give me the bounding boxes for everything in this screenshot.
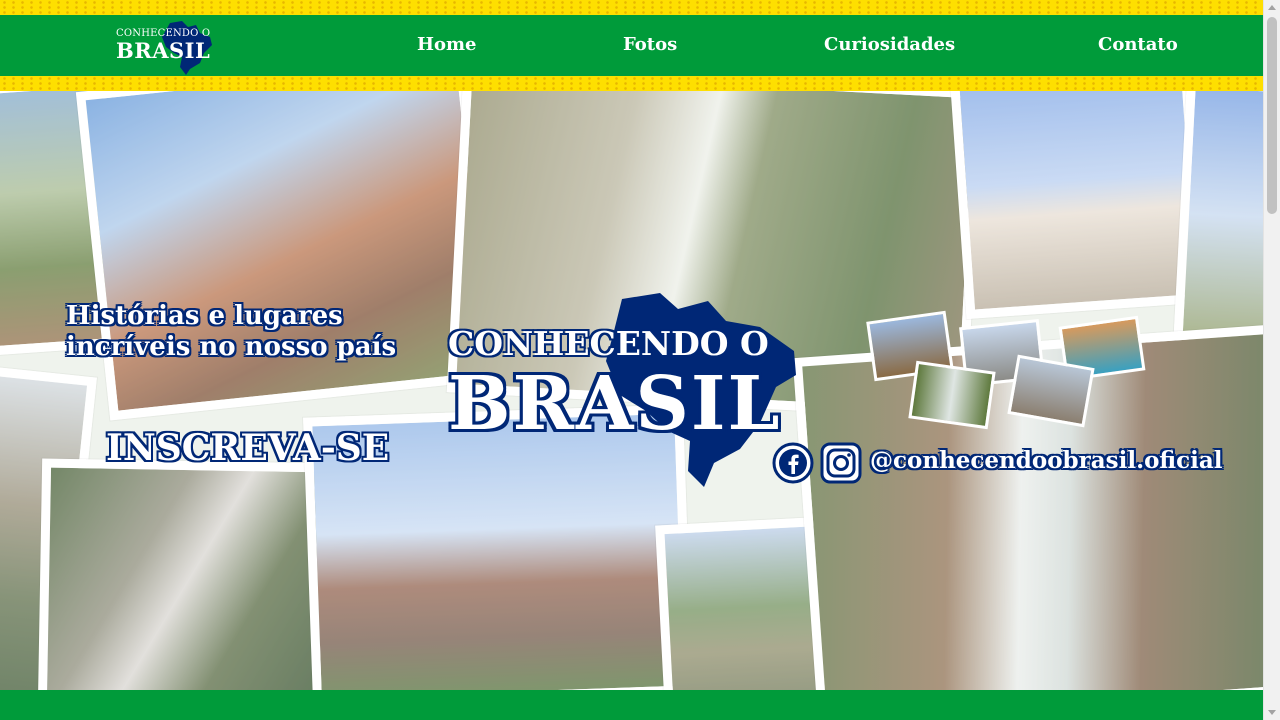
scroll-up-arrow-icon[interactable]	[1268, 5, 1276, 10]
hero-banner: Histórias e lugares incríveis no nosso p…	[0, 91, 1263, 690]
subscribe-button[interactable]: INSCREVA-SE	[106, 427, 389, 469]
top-yellow-stripe	[0, 0, 1263, 15]
scrollbar-thumb[interactable]	[1267, 17, 1277, 214]
tagline-line-1: Histórias e lugares	[66, 301, 343, 331]
navbar: CONHECENDO O BRASIL Home Fotos Curiosida…	[0, 15, 1263, 76]
page-scrollbar[interactable]	[1263, 0, 1280, 720]
hero-tagline: Histórias e lugares incríveis no nosso p…	[66, 301, 396, 363]
brand-title-top: CONHECENDO O	[448, 324, 769, 363]
footer-band	[0, 690, 1263, 720]
bottom-yellow-stripe	[0, 76, 1263, 91]
mini-photo-4	[908, 360, 996, 430]
social-handle-link[interactable]: @conhecendoobrasil.oficial	[870, 447, 1223, 474]
logo-text-bottom: BRASIL	[116, 38, 211, 63]
facebook-icon[interactable]	[772, 442, 814, 484]
nav-home[interactable]: Home	[417, 34, 477, 55]
tagline-line-2: incríveis no nosso país	[66, 332, 397, 363]
nav-fotos[interactable]: Fotos	[623, 34, 677, 55]
instagram-icon[interactable]	[820, 442, 862, 484]
brand-title-bottom: BRASIL	[448, 361, 782, 447]
scroll-down-arrow-icon[interactable]	[1268, 710, 1276, 715]
nav-contato[interactable]: Contato	[1098, 34, 1178, 55]
site-logo[interactable]: CONHECENDO O BRASIL	[114, 17, 218, 75]
nav-curiosidades[interactable]: Curiosidades	[824, 34, 955, 55]
